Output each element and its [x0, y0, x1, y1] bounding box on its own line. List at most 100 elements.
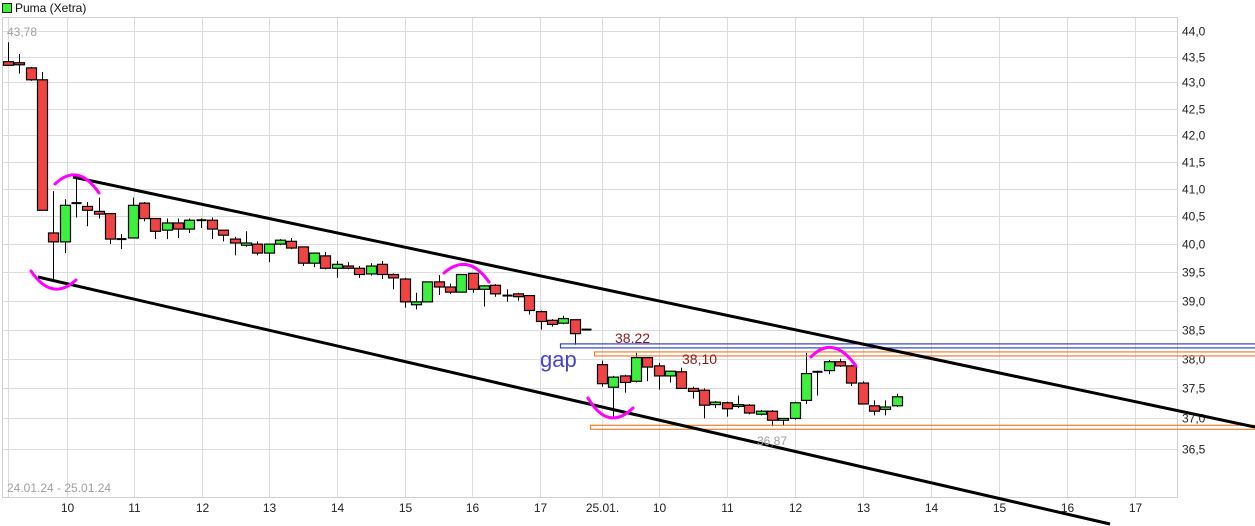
candle-body: [523, 294, 536, 312]
candle-body: [308, 252, 321, 264]
candle-body: [766, 410, 779, 421]
candle: [512, 292, 525, 301]
candle: [161, 218, 174, 240]
candle-body: [183, 219, 196, 230]
y-tick-label: 42,5: [1182, 103, 1206, 117]
candle-body: [399, 278, 412, 303]
candle-body: [535, 311, 548, 323]
candle-body: [868, 405, 881, 412]
candle-body: [675, 371, 688, 390]
x-tick-label: 14: [925, 501, 939, 515]
candle-body: [274, 239, 287, 245]
candle-body: [467, 272, 480, 290]
candle: [104, 212, 117, 245]
candle-body: [709, 401, 722, 406]
y-tick-label: 39,0: [1182, 295, 1206, 309]
candle-body: [698, 389, 711, 406]
candle: [743, 403, 756, 415]
candlestick-chart: 44,0 43,5 43,0 42,5 42,0 41,5 41,0 40,5 40,0 39,5…: [2, 1, 1255, 526]
candle: [365, 263, 378, 276]
y-tick-label: 41,5: [1182, 156, 1206, 170]
candle: [353, 266, 366, 278]
candle-body: [13, 62, 26, 66]
candle: [183, 218, 196, 233]
candle: [812, 370, 823, 396]
candle-body: [93, 210, 106, 215]
x-tick-label: 11: [128, 501, 141, 515]
candle: [789, 401, 802, 420]
candle: [71, 175, 82, 218]
y-tick-label: 43,0: [1182, 76, 1206, 90]
x-tick-label: 25.01.: [586, 501, 619, 515]
candle: [698, 388, 711, 419]
candle-body: [421, 281, 434, 303]
x-tick-label: 15: [399, 501, 413, 515]
x-tick-label: 13: [857, 501, 871, 515]
candle-body: [777, 417, 790, 421]
candle-body: [653, 365, 666, 377]
candle-body: [721, 402, 734, 410]
candle-body: [81, 205, 94, 211]
candle: [331, 260, 344, 278]
candle-body: [263, 243, 276, 254]
gap-label: gap: [540, 347, 577, 372]
candle-body: [607, 376, 620, 388]
candle-body: [127, 204, 140, 239]
candle: [285, 237, 298, 250]
candle-body: [857, 382, 870, 405]
high-label: 43,78: [7, 25, 37, 39]
candle: [251, 241, 264, 256]
candle: [777, 417, 790, 426]
legend-label: Puma (Xetra): [15, 1, 86, 15]
x-tick-label: 12: [789, 501, 803, 515]
candle-body: [138, 202, 151, 220]
candle-body: [630, 357, 643, 382]
candle-body: [489, 284, 502, 295]
candle: [596, 360, 609, 387]
candle: [421, 281, 434, 303]
candle: [93, 197, 106, 219]
candle: [557, 315, 570, 325]
candle-body: [25, 67, 38, 81]
candle: [149, 217, 162, 240]
candle-body: [755, 410, 768, 415]
y-tick-label: 41,0: [1182, 183, 1206, 197]
candle-body: [823, 361, 836, 372]
candle: [800, 352, 813, 404]
candle: [206, 217, 219, 240]
candle-body: [149, 217, 162, 232]
candle: [376, 260, 389, 280]
candle-body: [104, 212, 117, 240]
y-tick-label: 40,0: [1182, 238, 1206, 252]
x-tick-label: 17: [534, 501, 548, 515]
candle: [675, 367, 688, 390]
candle-body: [331, 263, 344, 269]
candles: [2, 42, 904, 427]
candle: [523, 294, 536, 315]
candle: [489, 284, 502, 297]
candle: [308, 252, 321, 268]
candle: [823, 359, 836, 375]
candle-body: [687, 387, 700, 393]
y-tick-label: 38,0: [1182, 353, 1206, 367]
candle: [342, 262, 355, 270]
candle-body: [251, 243, 264, 254]
candle-body: [285, 240, 298, 249]
y-tick-label: 40,5: [1182, 210, 1206, 224]
candle: [297, 246, 310, 267]
candle-body: [433, 281, 446, 288]
x-tick-label: 15: [993, 501, 1007, 515]
x-tick-label: 13: [263, 501, 277, 515]
candle: [59, 199, 72, 254]
candle-body: [376, 263, 389, 276]
candle: [687, 386, 700, 399]
candle: [138, 202, 151, 222]
candle-body: [743, 404, 756, 414]
candle-body: [557, 317, 570, 324]
y-tick-label: 39,5: [1182, 266, 1206, 280]
candle: [196, 218, 207, 228]
candle-body: [845, 365, 858, 384]
candle-body: [410, 301, 423, 306]
candle-body: [512, 293, 525, 298]
y-tick-label: 36,5: [1182, 443, 1206, 457]
